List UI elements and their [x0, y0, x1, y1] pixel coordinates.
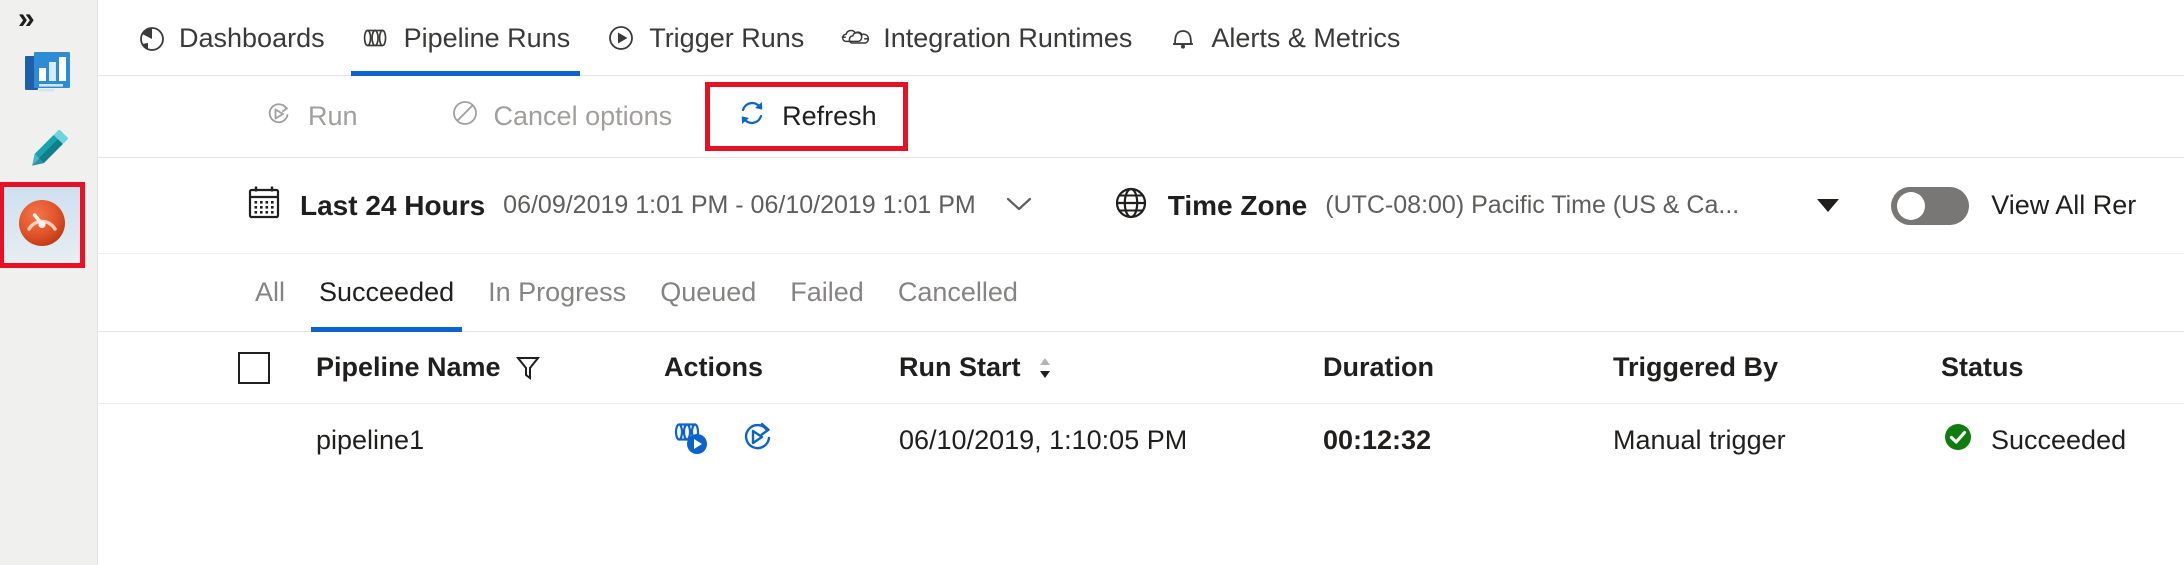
refresh-button[interactable]: Refresh: [705, 82, 908, 151]
cell-actions: [646, 417, 891, 464]
cell-status: Succeeded: [1891, 420, 2184, 461]
left-rail: »: [0, 0, 98, 565]
view-all-reruns-label: View All Rer: [1991, 190, 2137, 220]
date-range-label: Last 24 Hours: [300, 189, 486, 221]
column-label: Duration: [1323, 352, 1434, 382]
cell-triggered-by: Manual trigger: [1561, 425, 1891, 456]
view-all-reruns-toggle[interactable]: [1891, 186, 1970, 225]
tab-label: Alerts & Metrics: [1211, 23, 1401, 53]
tab-alerts-and-metrics[interactable]: Alerts & Metrics: [1150, 0, 1418, 76]
status-tab-in-progress[interactable]: In Progress: [471, 254, 643, 332]
run-button[interactable]: Run: [248, 91, 374, 142]
column-header-actions: Actions: [646, 352, 891, 383]
tab-label: Pipeline Runs: [403, 23, 571, 53]
sidebar-item-author[interactable]: [10, 113, 86, 189]
column-header-run-start[interactable]: Run Start: [891, 352, 1271, 383]
tab-dashboards[interactable]: Dashboards: [118, 0, 343, 76]
filter-funnel-icon[interactable]: [515, 354, 541, 382]
select-all-checkbox[interactable]: [238, 351, 270, 384]
pipeline-runs-table: Pipeline Name Actions Run Start Duration…: [98, 332, 2184, 565]
sidebar-item-monitor[interactable]: [0, 182, 85, 268]
run-start-value: 06/10/2019, 1:10:05 PM: [899, 424, 1188, 455]
play-circle-icon: [606, 23, 636, 53]
refresh-label: Refresh: [782, 101, 877, 131]
calendar-icon: [246, 184, 282, 227]
cell-duration: 00:12:32: [1271, 425, 1561, 456]
view-pipeline-run-icon[interactable]: [670, 417, 712, 464]
cancel-options-label: Cancel options: [493, 101, 673, 131]
column-header-pipeline-name[interactable]: Pipeline Name: [316, 352, 646, 383]
monitor-gauge-icon: [15, 196, 69, 255]
select-all-cell[interactable]: [238, 351, 316, 384]
pipeline-icon: [361, 23, 391, 53]
timezone-label: Time Zone: [1167, 189, 1308, 221]
cancel-circle-icon: [450, 98, 480, 135]
tab-integration-runtimes[interactable]: Integration Runtimes: [822, 0, 1150, 76]
run-label: Run: [308, 101, 358, 131]
column-header-duration[interactable]: Duration: [1271, 352, 1561, 383]
cell-pipeline-name[interactable]: pipeline1: [316, 425, 646, 456]
timezone-value: (UTC-08:00) Pacific Time (US & Ca...: [1325, 191, 1740, 219]
cancel-options-button[interactable]: Cancel options: [434, 90, 689, 143]
top-navigation: Dashboards Pipeline Runs Trigger Runs In…: [98, 0, 2184, 76]
table-row[interactable]: pipeline1 06/10/2019, 1:10:05 PM 00:12:3…: [98, 404, 2184, 476]
pipeline-name-value: pipeline1: [316, 424, 425, 455]
date-range-picker[interactable]: Last 24 Hours 06/09/2019 1:01 PM - 06/10…: [246, 184, 1034, 227]
refresh-icon: [736, 98, 768, 135]
column-header-status[interactable]: Status: [1891, 352, 2184, 383]
pipeline-runs-screen: » Dashboards Pipeline Runs Trigger Runs …: [0, 0, 2184, 565]
status-value: Succeeded: [1991, 424, 2127, 455]
sidebar-item-data-factory-overview[interactable]: [10, 36, 86, 112]
status-filter-tabs: All Succeeded In Progress Queued Failed …: [98, 254, 2184, 332]
pencil-icon: [21, 122, 75, 181]
pie-chart-icon: [136, 23, 166, 53]
status-tab-label: Queued: [660, 277, 757, 307]
sort-arrows-icon[interactable]: [1035, 353, 1055, 383]
timezone-dropdown-arrow-icon[interactable]: [1817, 199, 1840, 212]
main-content: Dashboards Pipeline Runs Trigger Runs In…: [98, 0, 2184, 565]
column-label: Run Start: [899, 352, 1021, 382]
status-tab-label: All: [255, 277, 286, 307]
cell-run-start: 06/10/2019, 1:10:05 PM: [891, 425, 1271, 456]
timezone-picker[interactable]: Time Zone (UTC-08:00) Pacific Time (US &…: [1112, 184, 1840, 227]
tab-label: Dashboards: [179, 23, 325, 53]
integration-runtime-icon: [840, 23, 870, 53]
run-icon: [264, 99, 294, 134]
chevron-down-icon[interactable]: [1004, 192, 1034, 220]
success-check-icon: [1941, 420, 1975, 461]
tab-pipeline-runs[interactable]: Pipeline Runs: [343, 0, 589, 76]
rerun-icon[interactable]: [738, 418, 778, 463]
status-tab-queued[interactable]: Queued: [643, 254, 773, 332]
status-tab-succeeded[interactable]: Succeeded: [302, 254, 471, 332]
duration-value: 00:12:32: [1323, 424, 1432, 455]
column-label: Pipeline Name: [316, 352, 501, 382]
factory-overview-icon: [22, 46, 74, 103]
column-header-triggered-by[interactable]: Triggered By: [1561, 352, 1891, 383]
status-badge: Succeeded: [1941, 420, 2126, 461]
tab-label: Integration Runtimes: [883, 23, 1133, 53]
bell-icon: [1168, 23, 1198, 53]
status-tab-label: Cancelled: [897, 277, 1018, 307]
globe-icon: [1112, 184, 1150, 227]
tab-trigger-runs[interactable]: Trigger Runs: [588, 0, 822, 76]
triggered-by-value: Manual trigger: [1613, 424, 1786, 455]
column-label: Actions: [664, 352, 764, 382]
status-tab-label: Succeeded: [319, 277, 455, 307]
status-tab-label: Failed: [790, 277, 864, 307]
table-header-row: Pipeline Name Actions Run Start Duration…: [98, 332, 2184, 404]
status-tab-label: In Progress: [488, 277, 627, 307]
column-label: Triggered By: [1613, 352, 1779, 382]
column-label: Status: [1941, 352, 2024, 382]
command-bar: Run Cancel options Refresh: [98, 76, 2184, 158]
filter-bar: Last 24 Hours 06/09/2019 1:01 PM - 06/10…: [98, 158, 2184, 254]
date-range-value: 06/09/2019 1:01 PM - 06/10/2019 1:01 PM: [503, 191, 976, 219]
expand-rail-icon[interactable]: »: [18, 4, 35, 34]
status-tab-all[interactable]: All: [238, 254, 302, 332]
status-tab-cancelled[interactable]: Cancelled: [881, 254, 1035, 332]
tab-label: Trigger Runs: [649, 23, 805, 53]
status-tab-failed[interactable]: Failed: [773, 254, 881, 332]
toggle-knob: [1897, 191, 1926, 220]
